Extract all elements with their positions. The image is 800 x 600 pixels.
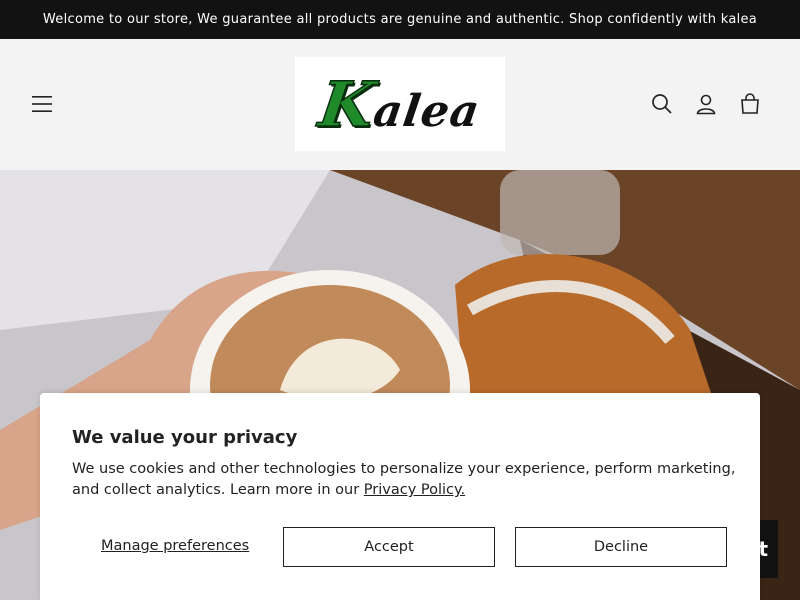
account-button[interactable] [688,86,724,122]
privacy-policy-link[interactable]: Privacy Policy. [364,482,465,498]
accept-button[interactable]: Accept [283,527,495,567]
cookie-banner: We value your privacy We use cookies and… [40,393,760,600]
account-icon [696,94,716,115]
decline-button[interactable]: Decline [515,527,727,567]
menu-button[interactable] [24,86,60,122]
announcement-text: Welcome to our store, We guarantee all p… [42,12,758,27]
menu-icon [32,96,52,112]
logo-wordmark: Kalea [314,67,483,142]
search-icon [652,94,672,114]
manage-preferences-link[interactable]: Manage preferences [101,538,249,554]
search-button[interactable] [644,86,680,122]
site-header: Kalea [0,39,800,170]
cookie-body: We use cookies and other technologies to… [72,459,740,501]
cart-button[interactable] [732,86,768,122]
site-logo[interactable]: Kalea [295,57,505,151]
announcement-bar: Welcome to our store, We guarantee all p… [0,0,800,39]
cart-icon [741,93,759,114]
cookie-title: We value your privacy [72,427,298,448]
